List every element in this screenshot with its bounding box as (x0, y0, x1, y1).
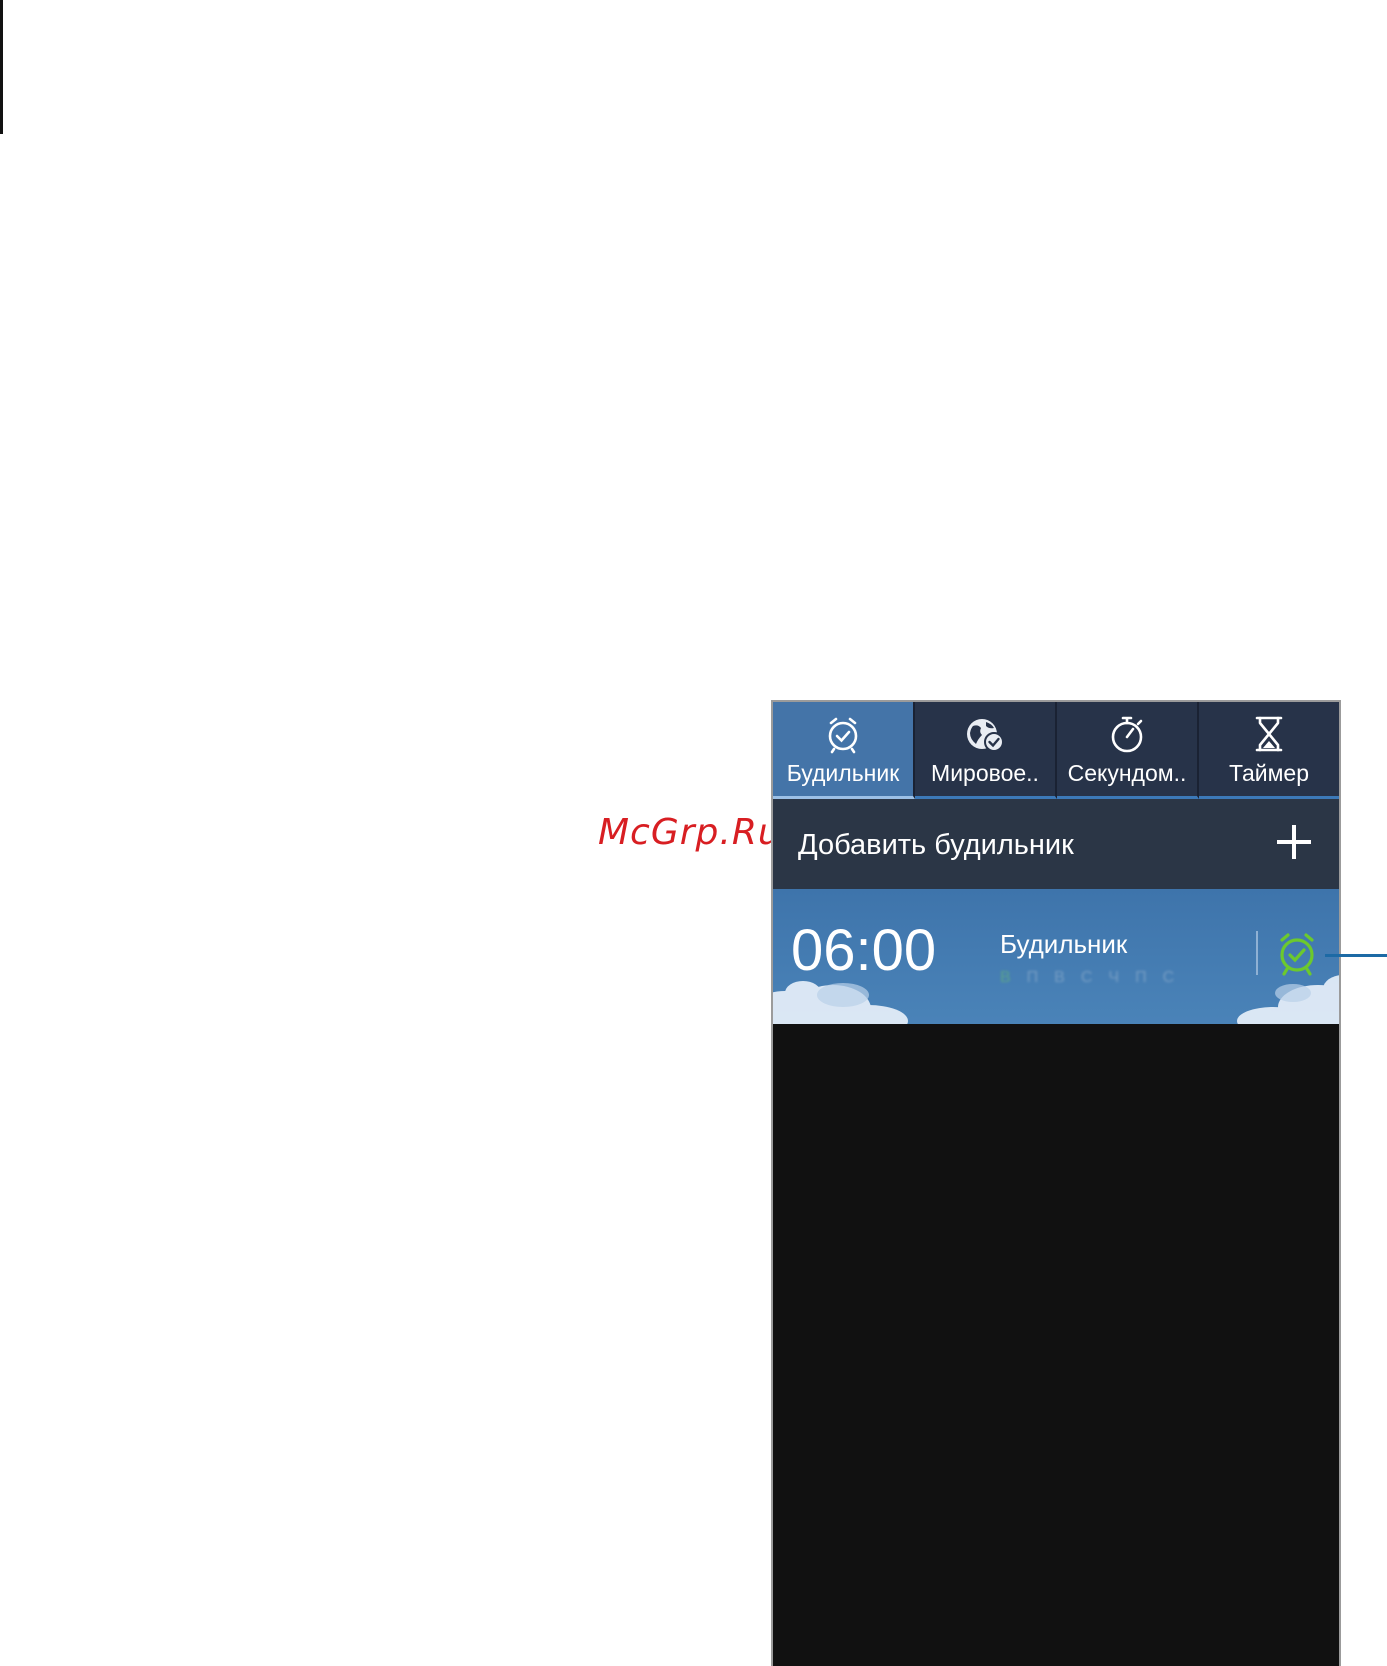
clock-app-screen: Будильник Мировое.. Секундом.. Таймер До… (771, 700, 1341, 1666)
page-edge-line (0, 0, 3, 134)
tab-timer[interactable]: Таймер (1199, 702, 1339, 799)
alarm-name: Будильник (1000, 929, 1128, 959)
alarm-day: П (1026, 969, 1039, 986)
alarm-day: П (1135, 969, 1147, 986)
plus-icon[interactable] (1275, 823, 1313, 866)
tab-stopwatch[interactable]: Секундом.. (1057, 702, 1199, 799)
hourglass-icon (1251, 714, 1287, 754)
alarm-toggle-icon[interactable] (1275, 929, 1319, 982)
tab-label: Будильник (786, 760, 900, 786)
alarm-item[interactable]: 06:00 Будильник В П В С Ч П С (773, 889, 1339, 1024)
tab-alarm[interactable]: Будильник (773, 702, 915, 799)
alarm-clock-icon (823, 714, 863, 754)
tab-world-clock[interactable]: Мировое.. (915, 702, 1057, 799)
alarm-time: 06:00 (791, 918, 937, 983)
alarm-day: С (1080, 969, 1093, 986)
stopwatch-icon (1107, 714, 1147, 754)
world-clock-icon (964, 714, 1006, 754)
tab-label: Мировое.. (931, 760, 1039, 786)
alarm-day: С (1162, 969, 1175, 986)
tab-bar: Будильник Мировое.. Секундом.. Таймер (773, 702, 1339, 799)
watermark: McGrp.Ru (598, 812, 782, 853)
alarm-divider (1256, 931, 1258, 975)
add-alarm-label: Добавить будильник (798, 829, 1074, 861)
alarm-day: Ч (1108, 969, 1120, 986)
alarm-repeat-days: В П В С Ч П С (1000, 969, 1174, 987)
tab-label: Таймер (1228, 760, 1310, 786)
alarm-day: В (1000, 969, 1011, 986)
tab-label: Секундом.. (1067, 760, 1187, 786)
add-alarm-row[interactable]: Добавить будильник (773, 799, 1339, 889)
callout-pointer-line (1325, 954, 1387, 957)
alarm-day: В (1054, 969, 1065, 986)
